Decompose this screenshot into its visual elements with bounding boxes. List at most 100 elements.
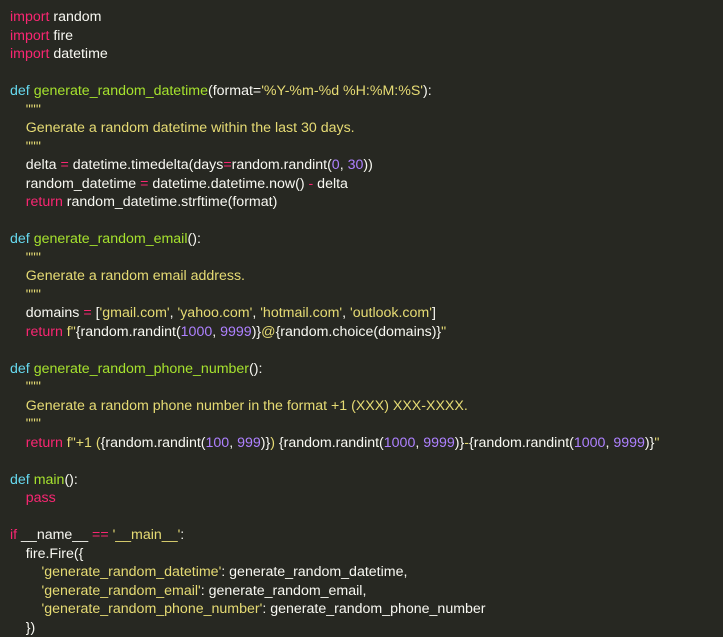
code-line: """ [10, 101, 659, 120]
code-token-str: """ [10, 250, 41, 266]
code-token-plain: [ [92, 305, 100, 321]
code-line [10, 508, 659, 527]
code-token-plain: : generate_random_phone_number [262, 601, 485, 617]
code-token-def: def [10, 361, 30, 377]
code-token-kw: import [10, 28, 49, 44]
code-token-str: """ [10, 416, 41, 432]
code-token-plain: {random.choice(domains)} [276, 324, 442, 340]
code-token-def: def [10, 472, 30, 488]
code-token-plain [10, 490, 26, 506]
code-line: Generate a random email address. [10, 267, 659, 286]
code-token-str: Generate a random phone number in the fo… [10, 398, 468, 414]
code-token-str: 'hotmail.com' [260, 305, 342, 321]
code-token-kw: return [26, 324, 63, 340]
code-line: """ [10, 415, 659, 434]
code-token-plain: domains [10, 305, 83, 321]
code-token-plain: datetime.timedelta(days [69, 157, 224, 173]
code-token-plain: }) [10, 620, 35, 636]
code-line: 'generate_random_phone_number': generate… [10, 600, 659, 619]
code-token-num: 999 [237, 435, 261, 451]
code-editor[interactable]: import randomimport fireimport datetimed… [0, 0, 723, 564]
code-token-plain: random [49, 9, 101, 25]
code-line: def generate_random_phone_number(): [10, 360, 659, 379]
code-token-str: """ [10, 102, 41, 118]
code-token-plain: random_datetime [10, 176, 140, 192]
code-token-str: '__main__' [113, 527, 181, 543]
code-token-op: = [223, 157, 231, 173]
code-line: return f"{random.randint(1000, 9999)}@{r… [10, 323, 659, 342]
code-token-fn: generate_random_phone_number [34, 361, 249, 377]
code-token-num: 9999 [423, 435, 455, 451]
code-token-str: 'generate_random_email' [42, 583, 201, 599]
code-token-plain: )} [645, 435, 654, 451]
code-token-fn: main [34, 472, 65, 488]
code-token-str: 'generate_random_phone_number' [42, 601, 263, 617]
code-token-plain: ] [432, 305, 436, 321]
code-token-str: 'yahoo.com' [178, 305, 253, 321]
code-token-plain [10, 601, 42, 617]
code-token-plain: , [340, 157, 348, 173]
code-line: 'generate_random_datetime': generate_ran… [10, 563, 659, 582]
code-token-num: 100 [206, 435, 230, 451]
code-token-plain: (): [188, 231, 201, 247]
code-token-plain: {random.randint( [469, 435, 574, 451]
code-token-plain: {random.randint( [76, 324, 181, 340]
code-token-op: = [60, 157, 68, 173]
code-token-num: 1000 [181, 324, 213, 340]
code-token-str: " [441, 324, 446, 340]
code-token-kw: pass [26, 490, 56, 506]
code-line: return random_datetime.strftime(format) [10, 193, 659, 212]
code-token-kw: import [10, 46, 49, 62]
code-token-plain: )} [252, 324, 261, 340]
code-token-str: Generate a random email address. [10, 268, 245, 284]
code-token-fn: generate_random_datetime [34, 83, 208, 99]
code-token-plain [10, 194, 26, 210]
code-line: random_datetime = datetime.datetime.now(… [10, 175, 659, 194]
code-line: pass [10, 489, 659, 508]
code-token-num: 30 [348, 157, 364, 173]
code-token-plain [10, 435, 26, 451]
code-token-str: " [654, 435, 659, 451]
code-token-kw: return [26, 194, 63, 210]
code-token-plain: : [180, 527, 184, 543]
code-line [10, 341, 659, 360]
code-line [10, 452, 659, 471]
code-token-num: 9999 [220, 324, 252, 340]
code-token-plain: ): [423, 83, 432, 99]
code-token-num: 9999 [613, 435, 645, 451]
code-line: def generate_random_email(): [10, 230, 659, 249]
code-line: return f"+1 ({random.randint(100, 999)})… [10, 434, 659, 453]
code-token-plain: (): [249, 361, 262, 377]
code-token-plain: )) [363, 157, 372, 173]
code-token-plain: delta [313, 176, 348, 192]
code-token-plain: {random.randint( [279, 435, 384, 451]
code-line: """ [10, 378, 659, 397]
code-line: 'generate_random_email': generate_random… [10, 582, 659, 601]
code-token-str: """ [10, 287, 41, 303]
code-token-str: 'outlook.com' [350, 305, 432, 321]
code-token-plain: (format= [208, 83, 261, 99]
code-token-plain: fire.Fire({ [10, 546, 83, 562]
code-content[interactable]: import randomimport fireimport datetimed… [10, 8, 659, 637]
code-line: """ [10, 249, 659, 268]
code-token-str: f" [67, 324, 76, 340]
code-token-num: 0 [332, 157, 340, 173]
code-token-plain: fire [49, 28, 73, 44]
code-token-str: f"+1 ( [67, 435, 101, 451]
code-line: import random [10, 8, 659, 27]
code-line: def generate_random_datetime(format='%Y-… [10, 82, 659, 101]
code-token-num: 1000 [574, 435, 606, 451]
code-line: delta = datetime.timedelta(days=random.r… [10, 156, 659, 175]
code-token-plain: : generate_random_email, [201, 583, 367, 599]
code-token-num: 1000 [384, 435, 416, 451]
code-line: domains = ['gmail.com', 'yahoo.com', 'ho… [10, 304, 659, 323]
code-line: if __name__ == '__main__': [10, 526, 659, 545]
code-line [10, 64, 659, 83]
code-token-plain: random.randint( [232, 157, 332, 173]
code-token-plain: , [212, 324, 220, 340]
code-token-str: ) [270, 435, 279, 451]
code-token-str: 'gmail.com' [100, 305, 170, 321]
code-token-plain: )} [455, 435, 464, 451]
code-token-plain: delta [10, 157, 60, 173]
code-token-def: def [10, 83, 30, 99]
